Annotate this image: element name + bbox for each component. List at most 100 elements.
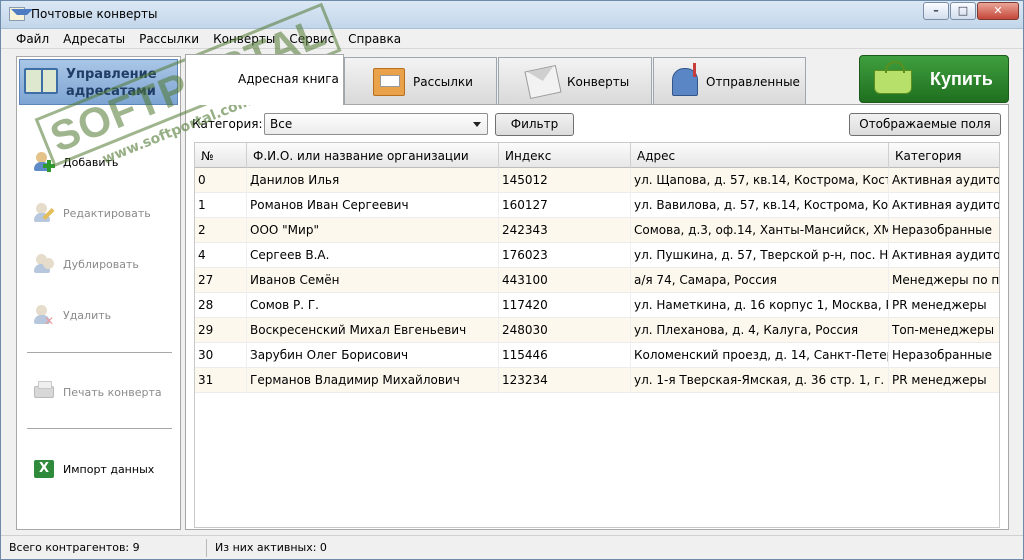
cell-category: Менеджеры по продажам <box>889 268 999 293</box>
cell-address: ул. Пушкина, д. 57, Тверской р-н, пос. Н… <box>631 243 889 268</box>
cell-number: 4 <box>195 243 247 268</box>
import-data-button[interactable]: X Импорт данных <box>33 456 178 482</box>
edit-button[interactable]: Редактировать <box>33 200 178 226</box>
status-bar: Всего контрагентов: 9 Из них активных: 0 <box>1 535 1023 559</box>
menu-recipients[interactable]: Адресаты <box>56 29 132 48</box>
cell-name: Сомов Р. Г. <box>247 293 499 318</box>
column-header-name[interactable]: Ф.И.О. или название организации <box>247 143 499 168</box>
cell-address: Сомова, д.3, оф.14, Ханты-Мансийск, ХМАО <box>631 218 889 243</box>
print-envelope-label: Печать конверта <box>63 385 162 399</box>
menu-envelopes[interactable]: Конверты <box>206 29 282 48</box>
table-row[interactable]: 28 Сомов Р. Г. 117420 ул. Наметкина, д. 16 … <box>195 293 999 318</box>
duplicate-user-icon <box>33 253 55 275</box>
cell-address: а/я 74, Самара, Россия <box>631 268 889 293</box>
status-active: Из них активных: 0 <box>215 541 327 554</box>
table-header: № Ф.И.О. или название организации Индекс… <box>195 143 999 168</box>
cell-name: Данилов Илья <box>247 168 499 193</box>
cell-number: 30 <box>195 343 247 368</box>
minimize-button[interactable]: – <box>923 2 949 20</box>
menu-mailings[interactable]: Рассылки <box>132 29 206 48</box>
column-header-number[interactable]: № <box>195 143 247 168</box>
table-row[interactable]: 31 Германов Владимир Михайлович 123234 ул. … <box>195 368 999 393</box>
cell-index: 160127 <box>499 193 631 218</box>
maximize-button[interactable]: □ <box>950 2 976 20</box>
cell-category: PR менеджеры <box>889 368 999 393</box>
import-data-label: Импорт данных <box>63 462 155 476</box>
cell-index: 117420 <box>499 293 631 318</box>
add-button[interactable]: Добавить <box>33 149 178 175</box>
sidebar: Управление адресатами Добавить Редактиро… <box>16 56 181 530</box>
cell-category: PR менеджеры <box>889 293 999 318</box>
category-select[interactable]: Все <box>264 113 488 135</box>
folder-icon <box>373 68 405 96</box>
mailbox-icon <box>672 63 698 96</box>
cell-address: ул. Наметкина, д. 16 корпус 1, Москва, Р… <box>631 293 889 318</box>
table-row[interactable]: 27 Иванов Семён 443100 а/я 74, Самара, Росс… <box>195 268 999 293</box>
cell-index: 248030 <box>499 318 631 343</box>
cell-category: Активная аудитория <box>889 243 999 268</box>
close-button[interactable]: ✕ <box>977 2 1019 20</box>
title-bar: Почтовые конверты – □ ✕ <box>1 1 1023 29</box>
cell-index: 176023 <box>499 243 631 268</box>
cell-name: Зарубин Олег Борисович <box>247 343 499 368</box>
tab-sent-label: Отправленные <box>706 75 800 89</box>
tab-address-book-label: Адресная книга <box>238 72 339 86</box>
maximize-icon: □ <box>957 4 969 17</box>
sidebar-header[interactable]: Управление адресатами <box>19 59 178 105</box>
cell-index: 443100 <box>499 268 631 293</box>
table-row[interactable]: 29 Воскресенский Михал Евгеньевич 248030 ул… <box>195 318 999 343</box>
status-total: Всего контрагентов: 9 <box>9 541 140 554</box>
sidebar-divider <box>27 428 172 429</box>
address-book-icon <box>24 68 58 94</box>
displayed-fields-button[interactable]: Отображаемые поля <box>849 113 1001 136</box>
table-row[interactable]: 30 Зарубин Олег Борисович 115446 Коломенски… <box>195 343 999 368</box>
envelope-app-icon <box>9 7 33 21</box>
cell-address: ул. 1-я Тверская-Ямская, д. 36 стр. 1, г… <box>631 368 889 393</box>
column-header-address[interactable]: Адрес <box>631 143 889 168</box>
cell-category: Топ-менеджеры <box>889 318 999 343</box>
cell-name: Иванов Семён <box>247 268 499 293</box>
cell-category: Неразобранные <box>889 218 999 243</box>
buy-label: Купить <box>930 69 993 89</box>
table-row[interactable]: 4 Сергеев В.А. 176023 ул. Пушкина, д. 57, Т… <box>195 243 999 268</box>
minimize-icon: – <box>933 4 939 17</box>
tab-sent[interactable]: Отправленные <box>653 57 806 104</box>
duplicate-button[interactable]: Дублировать <box>33 251 178 277</box>
edit-label: Редактировать <box>63 206 151 220</box>
tab-envelopes[interactable]: Конверты <box>498 57 652 104</box>
tab-mailings[interactable]: Рассылки <box>344 57 497 104</box>
tab-mailings-label: Рассылки <box>413 75 473 89</box>
envelope-icon <box>524 64 562 100</box>
contacts-table: № Ф.И.О. или название организации Индекс… <box>194 142 1000 528</box>
column-header-index[interactable]: Индекс <box>499 143 631 168</box>
sidebar-divider <box>27 352 172 353</box>
menu-file[interactable]: Файл <box>9 29 56 48</box>
cell-index: 242343 <box>499 218 631 243</box>
table-row[interactable]: 0 Данилов Илья 145012 ул. Щапова, д. 57, кв… <box>195 168 999 193</box>
buy-button[interactable]: Купить <box>859 55 1009 103</box>
print-envelope-button[interactable]: Печать конверта <box>33 379 178 405</box>
cell-index: 123234 <box>499 368 631 393</box>
table-row[interactable]: 2 ООО "Мир" 242343 Сомова, д.3, оф.14, Хант… <box>195 218 999 243</box>
cell-name: Романов Иван Сергеевич <box>247 193 499 218</box>
menu-bar: Файл Адресаты Рассылки Конверты Сервис С… <box>1 29 1023 49</box>
cell-index: 115446 <box>499 343 631 368</box>
menu-help[interactable]: Справка <box>341 29 408 48</box>
sidebar-header-label: Управление адресатами <box>66 67 157 99</box>
tab-envelopes-label: Конверты <box>567 75 630 89</box>
cell-name: Германов Владимир Михайлович <box>247 368 499 393</box>
delete-button[interactable]: ✕ Удалить <box>33 302 178 328</box>
cell-category: Неразобранные <box>889 343 999 368</box>
excel-icon: X <box>33 458 55 480</box>
table-row[interactable]: 1 Романов Иван Сергеевич 160127 ул. Вавилов… <box>195 193 999 218</box>
category-value: Все <box>270 117 293 131</box>
window-controls: – □ ✕ <box>922 2 1019 20</box>
edit-user-icon <box>33 202 55 224</box>
column-header-category[interactable]: Категория <box>889 143 999 168</box>
menu-service[interactable]: Сервис <box>282 29 341 48</box>
tab-address-book[interactable]: Адресная книга <box>185 54 344 105</box>
cell-number: 28 <box>195 293 247 318</box>
filter-button[interactable]: Фильтр <box>495 113 574 136</box>
cell-category: Активная аудитория <box>889 193 999 218</box>
cell-number: 29 <box>195 318 247 343</box>
